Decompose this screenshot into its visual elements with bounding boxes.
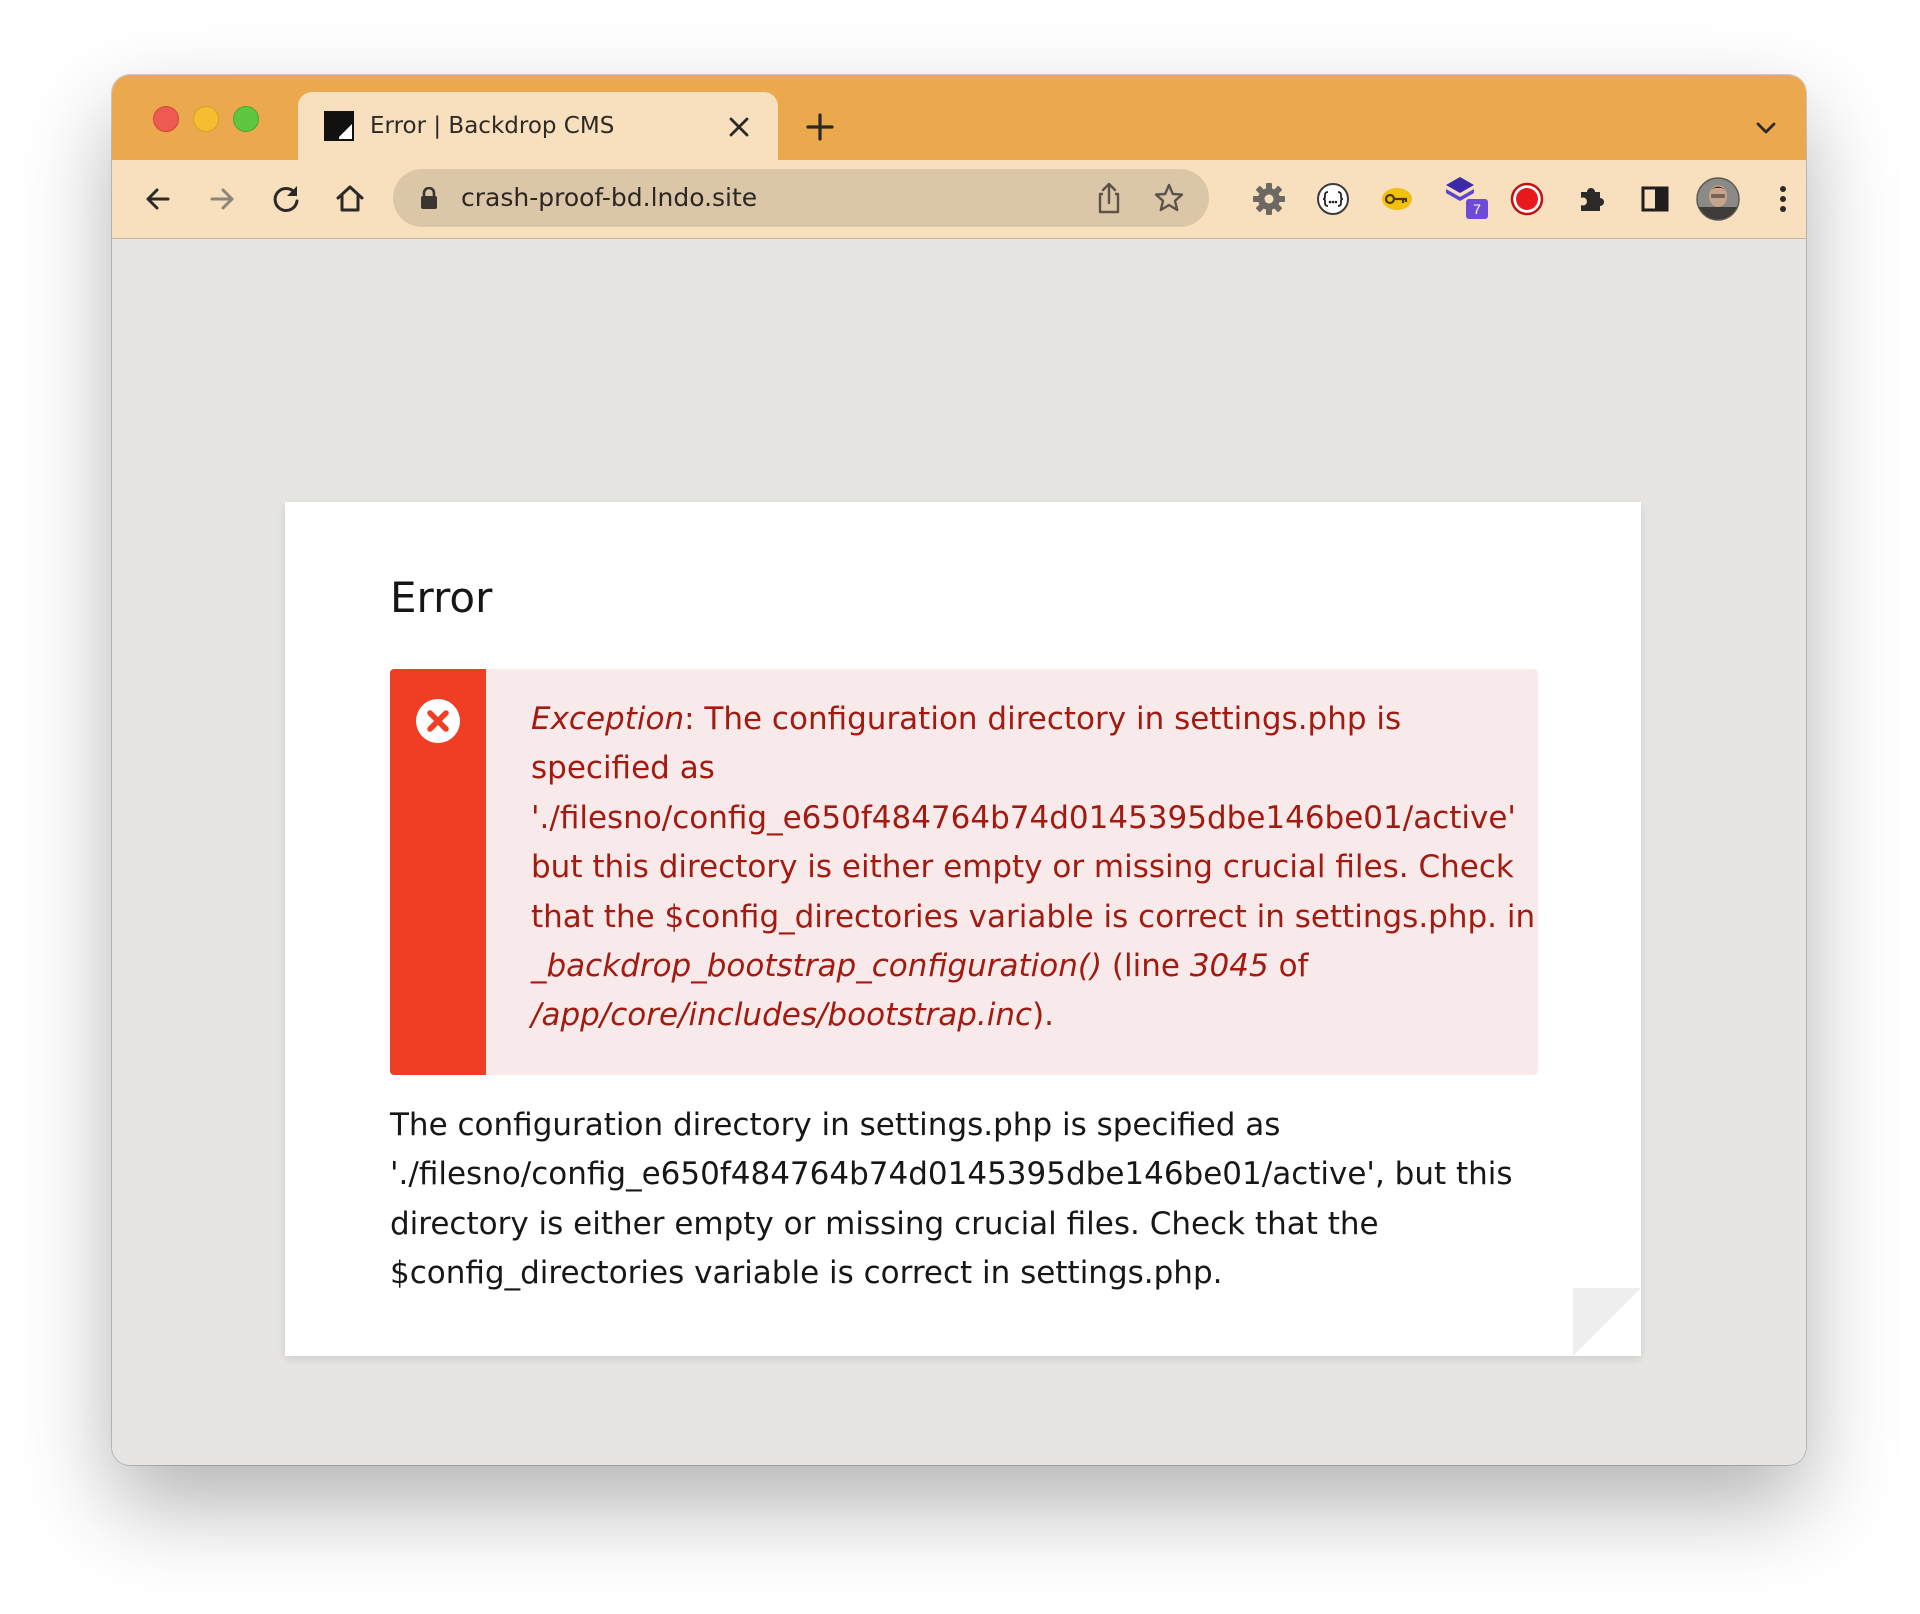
tab-search-chevron-icon[interactable] bbox=[1752, 115, 1780, 141]
reload-icon[interactable] bbox=[266, 179, 306, 219]
error-x-icon bbox=[416, 699, 460, 743]
address-bar[interactable]: crash-proof-bd.lndo.site bbox=[393, 169, 1209, 227]
page-title: Error bbox=[390, 573, 493, 622]
page-corner-fold bbox=[1573, 1288, 1641, 1356]
browser-tab[interactable]: Error | Backdrop CMS bbox=[298, 92, 778, 160]
json-extension-icon[interactable] bbox=[1314, 180, 1352, 218]
close-window-button[interactable] bbox=[153, 106, 179, 132]
side-panel-icon[interactable] bbox=[1636, 180, 1674, 218]
home-icon[interactable] bbox=[330, 179, 370, 219]
url-text: crash-proof-bd.lndo.site bbox=[461, 183, 758, 212]
alert-text: Exception: The configuration directory i… bbox=[531, 695, 1538, 1041]
share-icon[interactable] bbox=[1093, 181, 1125, 215]
avatar[interactable] bbox=[1696, 177, 1740, 221]
alert-file-path: /app/core/includes/bootstrap.inc bbox=[531, 997, 1033, 1034]
page-viewport: Error Exception: The configuration direc… bbox=[112, 239, 1806, 1465]
bookmark-star-icon[interactable] bbox=[1153, 182, 1185, 214]
lock-icon[interactable] bbox=[419, 187, 439, 209]
exception-label: Exception bbox=[531, 701, 685, 737]
error-message-alert: Exception: The configuration directory i… bbox=[390, 669, 1538, 1075]
alert-function-name: _backdrop_bootstrap_configuration() bbox=[531, 948, 1103, 985]
browser-window: Error | Backdrop CMS crash-proof-bd.lndo… bbox=[112, 75, 1806, 1465]
kebab-menu-icon[interactable] bbox=[1764, 180, 1802, 218]
alert-of: of bbox=[1268, 948, 1309, 985]
error-description: The configuration directory in settings.… bbox=[390, 1107, 1513, 1292]
alert-colon: : bbox=[684, 701, 705, 737]
minimize-window-button[interactable] bbox=[193, 106, 219, 132]
alert-suffix: ). bbox=[1032, 997, 1055, 1034]
record-extension-icon[interactable] bbox=[1508, 180, 1546, 218]
browser-toolbar: crash-proof-bd.lndo.site 7 bbox=[112, 160, 1806, 239]
backdrop-favicon-icon bbox=[324, 111, 354, 141]
error-page-card: Error Exception: The configuration direc… bbox=[285, 502, 1641, 1356]
title-bar: Error | Backdrop CMS bbox=[112, 75, 1806, 160]
alert-line-number: 3045 bbox=[1189, 948, 1269, 985]
close-tab-icon[interactable] bbox=[726, 114, 752, 140]
key-extension-icon[interactable] bbox=[1378, 180, 1416, 218]
tab-title: Error | Backdrop CMS bbox=[370, 113, 615, 139]
puzzle-extensions-icon[interactable] bbox=[1572, 180, 1610, 218]
forward-icon[interactable] bbox=[202, 179, 242, 219]
new-tab-icon[interactable] bbox=[804, 111, 836, 143]
alert-color-bar bbox=[390, 669, 486, 1075]
alert-line-prefix: (line bbox=[1102, 948, 1190, 985]
stack-extension-icon[interactable]: 7 bbox=[1442, 173, 1490, 221]
gear-extension-icon[interactable] bbox=[1250, 180, 1288, 218]
back-icon[interactable] bbox=[138, 179, 178, 219]
extension-badge-count: 7 bbox=[1473, 201, 1481, 217]
fullscreen-window-button[interactable] bbox=[233, 106, 259, 132]
